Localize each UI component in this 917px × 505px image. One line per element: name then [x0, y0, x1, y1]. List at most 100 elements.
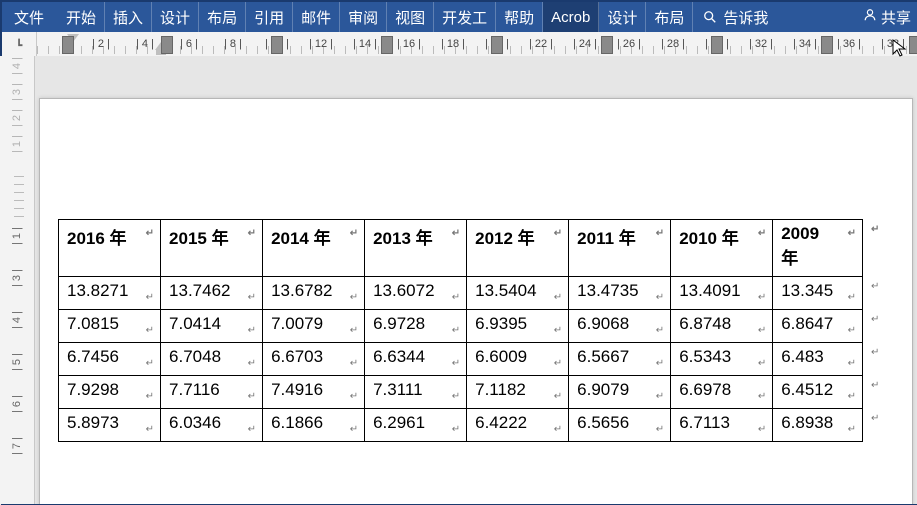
paragraph-mark: ↵	[452, 424, 460, 435]
tab-stop-marker[interactable]	[271, 36, 283, 54]
table-cell[interactable]: 6.8938↵	[773, 409, 863, 442]
table-cell[interactable]: 6.1866↵	[263, 409, 365, 442]
tab-file[interactable]: 文件	[2, 2, 58, 32]
vruler-number: | 6 |	[11, 395, 23, 413]
table-cell[interactable]: 6.8647↵	[773, 310, 863, 343]
table-cell[interactable]: 6.5667↵	[569, 343, 671, 376]
table-row[interactable]: 13.8271↵13.7462↵13.6782↵13.6072↵13.5404↵…	[59, 277, 894, 310]
person-icon	[863, 8, 877, 26]
paragraph-mark: ↵	[554, 228, 562, 239]
tab-stop-marker[interactable]	[62, 36, 74, 54]
vertical-ruler[interactable]: | 4 || 3 || 2 || 1 || 1 || 3 || 4 || 5 |…	[0, 56, 35, 504]
table-header[interactable]: 2009年↵	[773, 220, 863, 277]
table-cell[interactable]: 13.6782↵	[263, 277, 365, 310]
paragraph-mark: ↵	[146, 391, 154, 402]
table-cell[interactable]: 13.6072↵	[365, 277, 467, 310]
tab-6[interactable]: 审阅	[340, 2, 387, 32]
table-cell[interactable]: 7.0079↵	[263, 310, 365, 343]
paragraph-mark: ↵	[656, 358, 664, 369]
row-end-mark: ↵	[863, 343, 894, 376]
tab-stop-marker[interactable]	[909, 36, 917, 54]
paragraph-mark: ↵	[554, 358, 562, 369]
table-header[interactable]: 2016 年↵	[59, 220, 161, 277]
table-header[interactable]: 2012 年↵	[467, 220, 569, 277]
table-cell[interactable]: 6.9079↵	[569, 376, 671, 409]
tab-8[interactable]: 开发工	[434, 2, 496, 32]
table-cell[interactable]: 6.483↵	[773, 343, 863, 376]
table-cell[interactable]: 6.6344↵	[365, 343, 467, 376]
table-row[interactable]: 6.7456↵6.7048↵6.6703↵6.6344↵6.6009↵6.566…	[59, 343, 894, 376]
table-cell[interactable]: 6.4222↵	[467, 409, 569, 442]
tab-4[interactable]: 引用	[246, 2, 293, 32]
table-cell[interactable]: 6.5343↵	[671, 343, 773, 376]
tab-7[interactable]: 视图	[387, 2, 434, 32]
tab-stop-marker[interactable]	[491, 36, 503, 54]
paragraph-mark: ↵	[146, 292, 154, 303]
tab-9[interactable]: 帮助	[496, 2, 543, 32]
tab-3[interactable]: 布局	[199, 2, 246, 32]
table-header[interactable]: 2014 年↵	[263, 220, 365, 277]
data-table[interactable]: 2016 年↵2015 年↵2014 年↵2013 年↵2012 年↵2011 …	[58, 219, 894, 442]
table-cell[interactable]: 7.0815↵	[59, 310, 161, 343]
table-row[interactable]: 7.9298↵7.7116↵7.4916↵7.3111↵7.1182↵6.907…	[59, 376, 894, 409]
tab-12[interactable]: 布局	[646, 2, 693, 32]
table-cell[interactable]: 6.6978↵	[671, 376, 773, 409]
table-cell[interactable]: 13.4735↵	[569, 277, 671, 310]
table-cell[interactable]: 6.7113↵	[671, 409, 773, 442]
table-cell[interactable]: 6.0346↵	[161, 409, 263, 442]
table-cell[interactable]: 6.9068↵	[569, 310, 671, 343]
tell-me-label: 告诉我	[723, 7, 768, 28]
table-cell[interactable]: 6.5656↵	[569, 409, 671, 442]
table-cell[interactable]: 6.4512↵	[773, 376, 863, 409]
table-cell[interactable]: 6.6703↵	[263, 343, 365, 376]
paragraph-mark: ↵	[554, 292, 562, 303]
table-cell[interactable]: 6.9728↵	[365, 310, 467, 343]
document-area[interactable]: 2016 年↵2015 年↵2014 年↵2013 年↵2012 年↵2011 …	[35, 56, 917, 504]
table-header[interactable]: 2015 年↵	[161, 220, 263, 277]
horizontal-ruler[interactable]: | 2 || 4 || 6 || 8 || 10 || 12 || 14 || …	[37, 32, 917, 58]
share-button[interactable]: 共享	[853, 2, 917, 32]
paragraph-mark: ↵	[554, 325, 562, 336]
ruler-number: | 14 |	[353, 38, 377, 50]
table-cell[interactable]: 13.7462↵	[161, 277, 263, 310]
table-cell[interactable]: 7.3111↵	[365, 376, 467, 409]
tab-stop-marker[interactable]	[601, 36, 613, 54]
tab-5[interactable]: 邮件	[293, 2, 340, 32]
table-cell[interactable]: 7.9298↵	[59, 376, 161, 409]
tab-1[interactable]: 插入	[105, 2, 152, 32]
tab-2[interactable]: 设计	[152, 2, 199, 32]
vruler-number: | 3 |	[11, 83, 23, 101]
tab-10[interactable]: Acrob	[543, 2, 599, 32]
table-cell[interactable]: 13.5404↵	[467, 277, 569, 310]
table-cell[interactable]: 13.8271↵	[59, 277, 161, 310]
paragraph-mark: ↵	[656, 292, 664, 303]
table-cell[interactable]: 7.0414↵	[161, 310, 263, 343]
table-cell[interactable]: 7.7116↵	[161, 376, 263, 409]
table-cell[interactable]: 7.1182↵	[467, 376, 569, 409]
ruler-number: | 28 |	[661, 38, 685, 50]
table-header[interactable]: 2010 年↵	[671, 220, 773, 277]
vruler-number: | 4 |	[11, 57, 23, 75]
table-cell[interactable]: 6.2961↵	[365, 409, 467, 442]
table-header[interactable]: 2011 年↵	[569, 220, 671, 277]
table-row[interactable]: 7.0815↵7.0414↵7.0079↵6.9728↵6.9395↵6.906…	[59, 310, 894, 343]
tab-0[interactable]: 开始	[58, 2, 105, 32]
tab-11[interactable]: 设计	[599, 2, 646, 32]
table-header[interactable]: 2013 年↵	[365, 220, 467, 277]
table-cell[interactable]: 6.8748↵	[671, 310, 773, 343]
table-cell[interactable]: 6.9395↵	[467, 310, 569, 343]
tab-stop-marker[interactable]	[161, 36, 173, 54]
tab-stop-marker[interactable]	[821, 36, 833, 54]
table-cell[interactable]: 5.8973↵	[59, 409, 161, 442]
table-cell[interactable]: 13.4091↵	[671, 277, 773, 310]
tab-stop-marker[interactable]	[711, 36, 723, 54]
tab-stop-marker[interactable]	[381, 36, 393, 54]
table-cell[interactable]: 13.345↵	[773, 277, 863, 310]
table-cell[interactable]: 6.7048↵	[161, 343, 263, 376]
table-cell[interactable]: 7.4916↵	[263, 376, 365, 409]
tell-me-search[interactable]: 告诉我	[693, 2, 778, 32]
ruler-number: | 2 |	[92, 38, 110, 50]
table-cell[interactable]: 6.6009↵	[467, 343, 569, 376]
table-cell[interactable]: 6.7456↵	[59, 343, 161, 376]
table-row[interactable]: 5.8973↵6.0346↵6.1866↵6.2961↵6.4222↵6.565…	[59, 409, 894, 442]
